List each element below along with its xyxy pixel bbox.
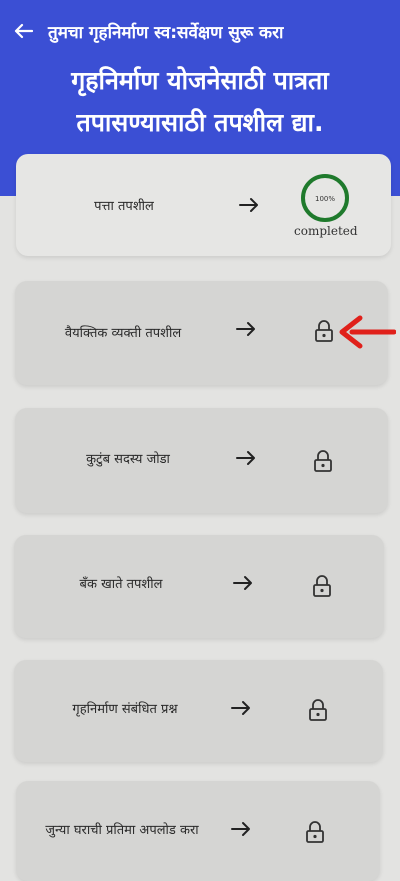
nav-title: तुमचा गृहनिर्माण स्व:सर्वेक्षण सुरू करा [48, 22, 284, 43]
step-label: जुन्या घराची प्रतिमा अपलोड करा [45, 823, 199, 838]
step-label: बँक खाते तपशील [79, 577, 163, 592]
lock-icon [313, 575, 331, 597]
completed-label: completed [294, 224, 358, 238]
step-label: गृहनिर्माण संबंधित प्रश्न [72, 702, 178, 717]
arrow-right-icon [239, 198, 258, 212]
step-card-address-details[interactable]: पत्ता तपशील 100% completed [16, 154, 391, 256]
step-card-bank-account-details[interactable]: बँक खाते तपशील [14, 535, 384, 638]
page-title-line-1: गृहनिर्माण योजनेसाठी पात्रता [71, 66, 329, 95]
step-label: कुटुंब सदस्य जोडा [86, 452, 170, 467]
lock-icon [309, 699, 327, 721]
progress-ring: 100% [301, 174, 349, 222]
arrow-right-icon [231, 822, 250, 836]
arrow-right-icon [236, 322, 255, 336]
top-app-bar: तुमचा गृहनिर्माण स्व:सर्वेक्षण सुरू करा [0, 12, 400, 50]
arrow-right-icon [233, 576, 252, 590]
lock-icon [314, 450, 332, 472]
step-card-add-family-member[interactable]: कुटुंब सदस्य जोडा [15, 408, 388, 513]
step-label: वैयक्तिक व्यक्ती तपशील [64, 326, 182, 341]
page-title: गृहनिर्माण योजनेसाठी पात्रता तपासण्यासाठ… [0, 60, 400, 144]
step-card-personal-details[interactable]: वैयक्तिक व्यक्ती तपशील [15, 281, 388, 385]
step-card-housing-questions[interactable]: गृहनिर्माण संबंधित प्रश्न [14, 660, 383, 762]
page-title-line-2: तपासण्यासाठी तपशील द्या. [76, 108, 324, 137]
lock-icon [306, 821, 324, 843]
back-arrow-icon[interactable] [12, 20, 34, 42]
annotation-arrow-icon [339, 315, 396, 349]
step-card-upload-old-house-image[interactable]: जुन्या घराची प्रतिमा अपलोड करा [16, 781, 380, 881]
step-label: पत्ता तपशील [94, 199, 154, 214]
arrow-right-icon [231, 701, 250, 715]
progress-percent: 100% [315, 195, 335, 203]
lock-icon [315, 320, 333, 342]
arrow-right-icon [236, 451, 255, 465]
